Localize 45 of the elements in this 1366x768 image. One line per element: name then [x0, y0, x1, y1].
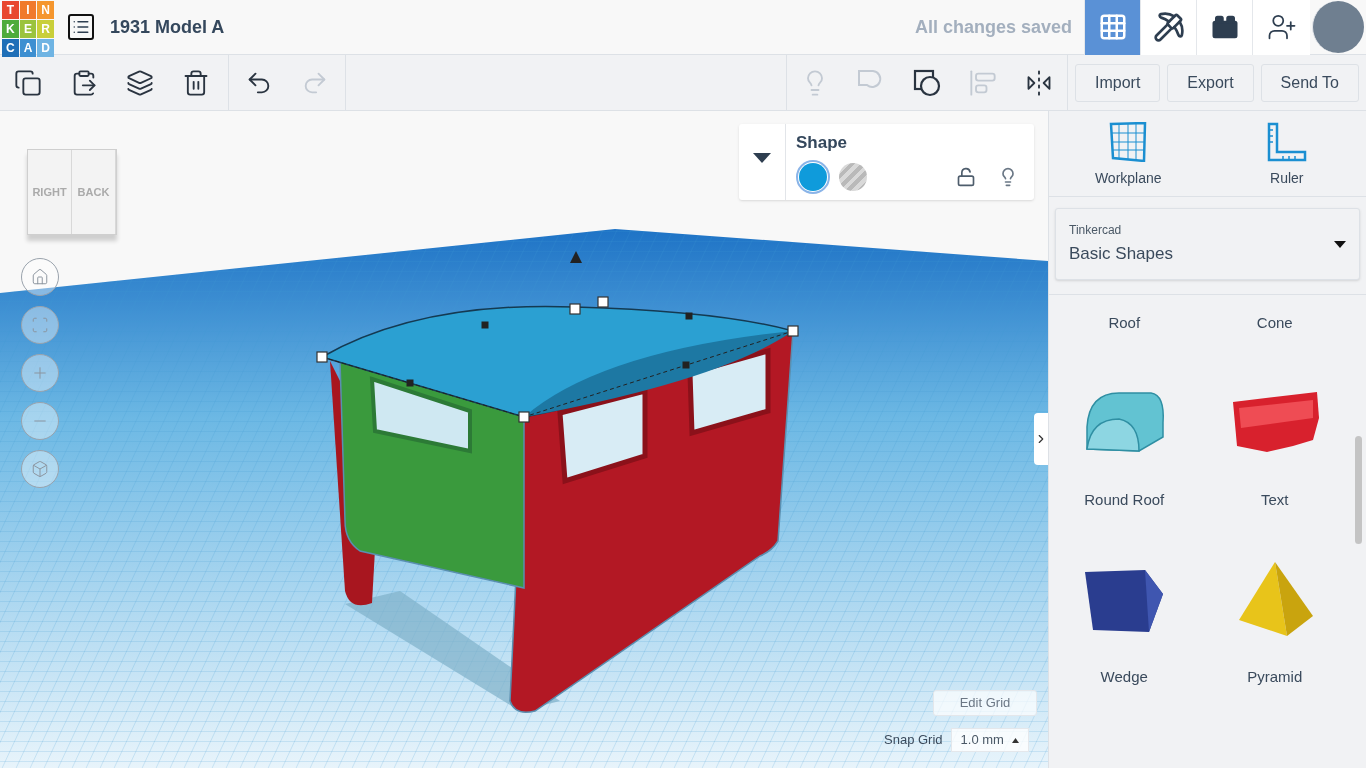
edit-grid-button[interactable]: Edit Grid	[933, 690, 1037, 716]
shape-tile[interactable]: Wedge	[1049, 531, 1200, 708]
logo-letter: N	[37, 1, 54, 19]
view-mode-button[interactable]	[1196, 0, 1252, 55]
shape-tile[interactable]: Cone	[1199, 295, 1350, 354]
workplane-viewport[interactable]: RIGHT BACK Shape Edit Grid Snap Grid 1.0 mm	[0, 111, 1048, 768]
workplane-button[interactable]: Workplane	[1049, 111, 1208, 196]
expand-panel-tab[interactable]	[1034, 413, 1048, 465]
ruler-button[interactable]: Ruler	[1207, 111, 1366, 196]
toolbar-button[interactable]: Import	[1075, 63, 1161, 102]
grid-plane-icon	[1109, 122, 1148, 162]
ruler-icon	[1266, 122, 1307, 162]
shape-tile[interactable]: Text	[1199, 354, 1350, 531]
shape-tile[interactable]: Round Roof	[1049, 354, 1200, 531]
add-user-icon[interactable]	[1252, 0, 1310, 55]
solid-color-swatch[interactable]	[796, 159, 830, 194]
caret-up-icon	[1011, 737, 1019, 743]
view-mode-button[interactable]	[1140, 0, 1196, 55]
logo-letter: A	[19, 39, 37, 57]
project-title[interactable]: 1931 Model A	[110, 13, 225, 41]
snap-grid-dropdown[interactable]: 1.0 mm	[950, 728, 1029, 752]
logo-letter: C	[2, 39, 19, 57]
home-icon[interactable]	[21, 258, 59, 296]
caret-down-icon	[1334, 240, 1346, 248]
cube-face-label: BACK	[72, 150, 116, 234]
avatar[interactable]	[1312, 1, 1364, 53]
library-dropdown[interactable]: Tinkercad Basic Shapes	[1055, 208, 1360, 280]
cube-face-label: RIGHT	[28, 150, 72, 234]
panel-title: Shape	[796, 132, 849, 154]
unlocked-padlock-icon[interactable]	[956, 166, 976, 187]
logo-letter: D	[37, 39, 54, 57]
pickaxe-icon	[1152, 11, 1185, 43]
save-status: All changes saved	[914, 15, 1072, 39]
menu-icon[interactable]	[68, 14, 94, 40]
logo-letter: I	[19, 1, 37, 19]
snap-grid-label: Snap Grid	[884, 731, 943, 750]
logo-letter: R	[37, 20, 54, 38]
toolbar-button[interactable]: Send To	[1260, 63, 1359, 102]
scrollbar-thumb[interactable]	[1355, 436, 1362, 544]
logo-letter: K	[2, 20, 19, 38]
shape-tile[interactable]: Pyramid	[1199, 531, 1350, 708]
shape-tile[interactable]: Roof	[1049, 295, 1200, 354]
logo-letter: T	[2, 1, 19, 19]
toolbar-button[interactable]: Export	[1167, 63, 1254, 102]
logo-letter: E	[19, 20, 37, 38]
